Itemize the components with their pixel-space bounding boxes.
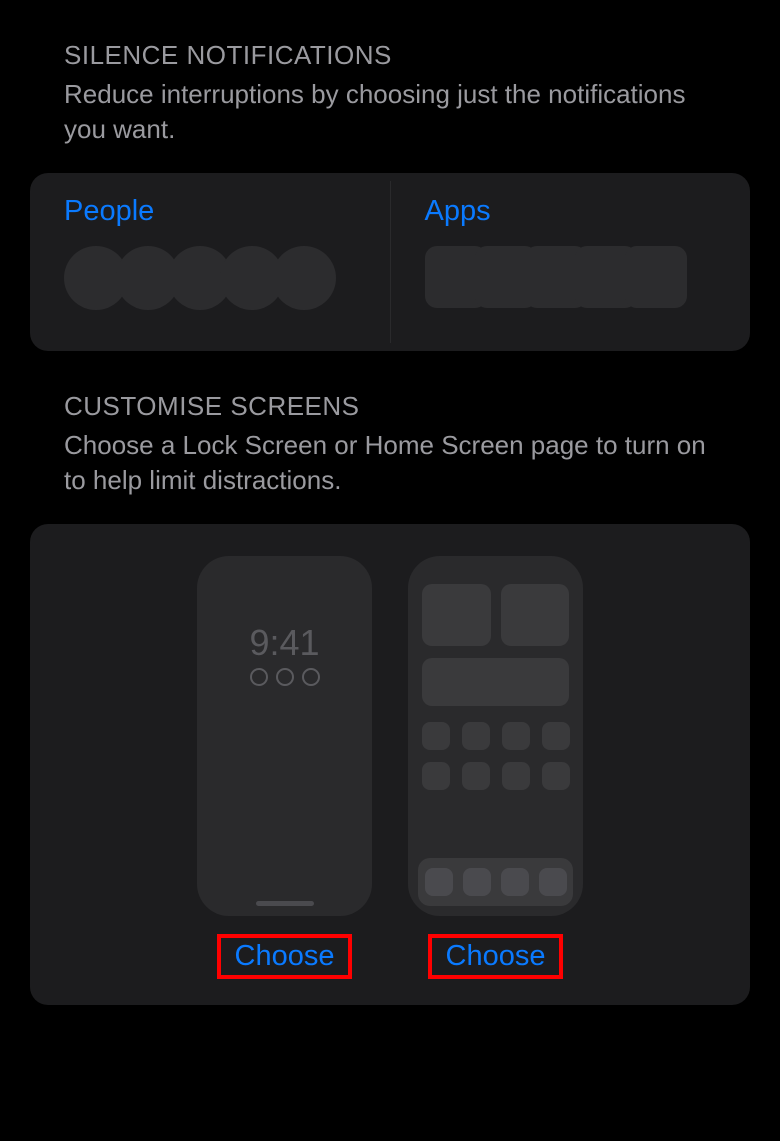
people-label: People — [64, 195, 362, 228]
dock-app-placeholder-icon — [425, 868, 453, 896]
lock-screen-preview[interactable]: 9:41 — [197, 556, 372, 916]
lock-screen-time: 9:41 — [197, 622, 372, 664]
app-placeholder-icon — [542, 722, 570, 750]
app-placeholder-icon — [502, 722, 530, 750]
apps-panel[interactable]: Apps — [391, 173, 751, 351]
widget-wide-placeholder-icon — [422, 658, 569, 706]
section-header: SILENCE NOTIFICATIONS Reduce interruptio… — [30, 40, 750, 157]
home-screen-column: Choose — [408, 556, 583, 979]
choose-lock-screen-button[interactable]: Choose — [217, 934, 353, 979]
section-title: SILENCE NOTIFICATIONS — [64, 40, 716, 71]
dock-app-placeholder-icon — [463, 868, 491, 896]
dock-app-placeholder-icon — [539, 868, 567, 896]
people-avatars — [64, 246, 362, 310]
dock-app-placeholder-icon — [501, 868, 529, 896]
notifications-card: People Apps — [30, 173, 750, 351]
avatar-placeholder-icon — [272, 246, 336, 310]
app-placeholder-icon — [462, 762, 490, 790]
app-placeholder-icon — [502, 762, 530, 790]
home-dock — [418, 858, 573, 906]
section-header: CUSTOMISE SCREENS Choose a Lock Screen o… — [30, 391, 750, 508]
app-placeholder-icon — [542, 762, 570, 790]
widget-placeholder-icon — [422, 584, 491, 646]
section-description: Choose a Lock Screen or Home Screen page… — [64, 428, 716, 498]
home-widget-row — [422, 584, 569, 646]
home-indicator-icon — [256, 901, 314, 906]
section-title: CUSTOMISE SCREENS — [64, 391, 716, 422]
app-placeholder-icon — [422, 722, 450, 750]
app-placeholder-icon — [625, 246, 687, 308]
apps-icons — [425, 246, 723, 308]
widget-placeholder-icon — [501, 584, 570, 646]
apps-label: Apps — [425, 195, 723, 228]
screens-card: 9:41 Choose — [30, 524, 750, 1005]
lock-screen-column: 9:41 Choose — [197, 556, 372, 979]
people-panel[interactable]: People — [30, 173, 390, 351]
lock-screen-widgets-icon — [197, 668, 372, 686]
choose-home-screen-button[interactable]: Choose — [428, 934, 564, 979]
home-app-grid — [422, 722, 569, 790]
customise-screens-section: CUSTOMISE SCREENS Choose a Lock Screen o… — [30, 391, 750, 1005]
app-placeholder-icon — [462, 722, 490, 750]
home-screen-preview[interactable] — [408, 556, 583, 916]
section-description: Reduce interruptions by choosing just th… — [64, 77, 716, 147]
silence-notifications-section: SILENCE NOTIFICATIONS Reduce interruptio… — [30, 40, 750, 351]
app-placeholder-icon — [422, 762, 450, 790]
